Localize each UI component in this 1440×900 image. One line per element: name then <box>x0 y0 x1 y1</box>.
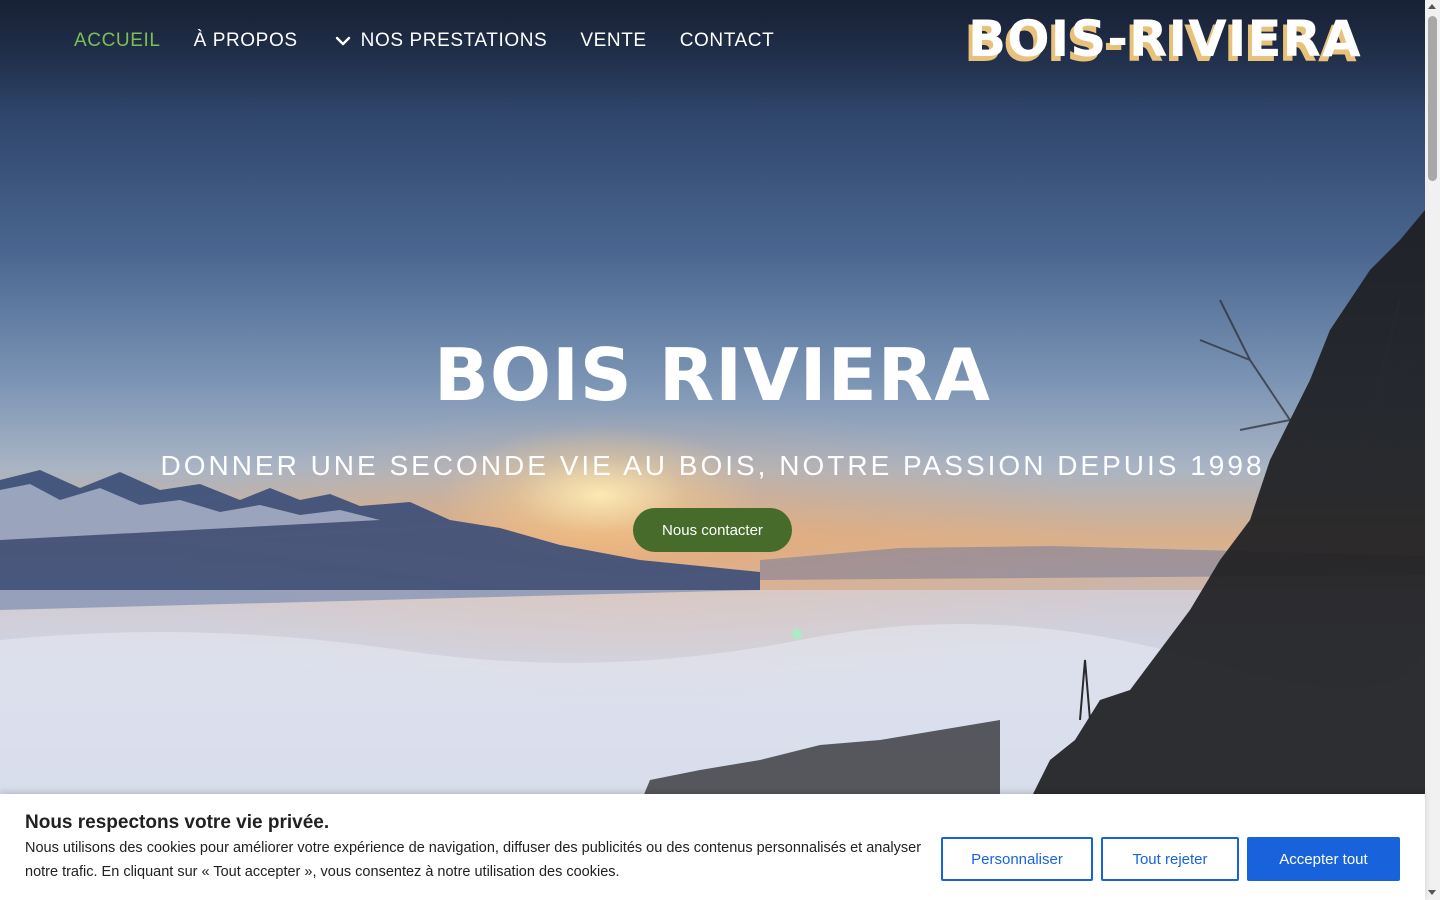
cookie-banner-text: Nous utilisons des cookies pour améliore… <box>25 840 922 880</box>
nav-item-vente[interactable]: VENTE <box>580 30 646 52</box>
main-nav: ACCUEIL À PROPOS NOS PRESTATIONS VENTE C… <box>74 30 807 52</box>
cookie-banner-title: Nous respectons votre vie privée. <box>25 812 330 833</box>
scrollbar-thumb[interactable] <box>1428 16 1437 181</box>
nav-item-nos-prestations[interactable]: NOS PRESTATIONS <box>331 30 548 52</box>
nav-item-label: NOS PRESTATIONS <box>360 30 548 51</box>
hero-title: BOIS RIVIERA <box>434 333 991 417</box>
nav-item-accueil[interactable]: ACCUEIL <box>74 30 161 52</box>
nav-item-a-propos[interactable]: À PROPOS <box>194 30 298 52</box>
hero-subtitle: DONNER UNE SECONDE VIE AU BOIS, NOTRE PA… <box>160 450 1265 481</box>
vertical-scrollbar[interactable] <box>1425 0 1440 900</box>
chevron-down-icon <box>335 36 350 46</box>
site-logo[interactable]: BOIS-RIVIERA <box>968 10 1362 68</box>
scroll-up-arrow-icon[interactable] <box>1428 4 1436 9</box>
accept-all-button[interactable]: Accepter tout <box>1247 837 1400 881</box>
contact-us-button[interactable]: Nous contacter <box>633 508 792 552</box>
reject-all-button[interactable]: Tout rejeter <box>1101 837 1239 881</box>
cookie-consent-banner: Nous respectons votre vie privée. Nous u… <box>0 794 1425 900</box>
customize-cookies-button[interactable]: Personnaliser <box>941 837 1093 881</box>
lens-flare <box>791 628 803 640</box>
page: ACCUEIL À PROPOS NOS PRESTATIONS VENTE C… <box>0 0 1440 900</box>
nav-item-contact[interactable]: CONTACT <box>680 30 775 52</box>
logo-text: BOIS-RIVIERA <box>968 10 1362 68</box>
scroll-down-arrow-icon[interactable] <box>1428 890 1436 895</box>
